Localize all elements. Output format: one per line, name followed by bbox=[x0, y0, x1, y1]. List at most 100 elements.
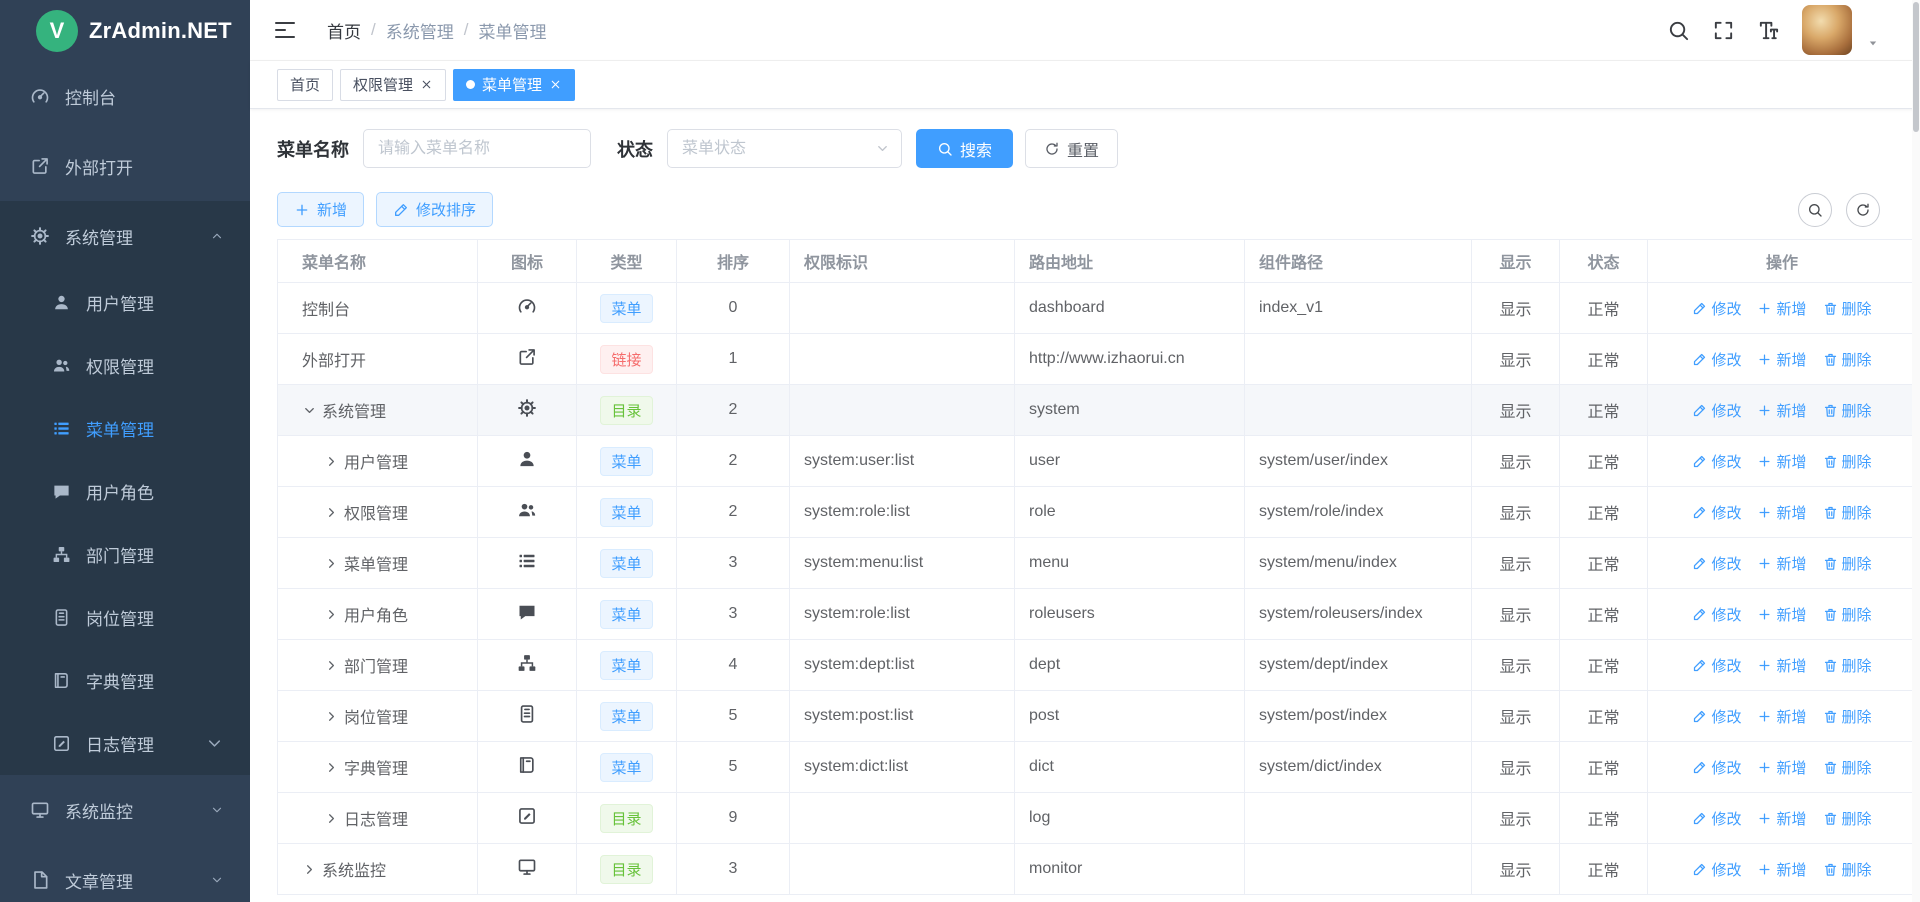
edit-link[interactable]: 修改 bbox=[1692, 349, 1741, 370]
delete-link[interactable]: 删除 bbox=[1823, 502, 1872, 523]
add-link[interactable]: 新增 bbox=[1757, 400, 1806, 421]
edit-link[interactable]: 修改 bbox=[1692, 298, 1741, 319]
sidebar-item-dashboard[interactable]: 控制台 bbox=[0, 61, 250, 131]
delete-link[interactable]: 删除 bbox=[1823, 706, 1872, 727]
delete-link[interactable]: 删除 bbox=[1823, 808, 1872, 829]
delete-link[interactable]: 删除 bbox=[1823, 655, 1872, 676]
delete-link[interactable]: 删除 bbox=[1823, 553, 1872, 574]
table-search-button[interactable] bbox=[1798, 193, 1832, 227]
trash-icon bbox=[1823, 862, 1838, 877]
sidebar-item-user[interactable]: 用户管理 bbox=[0, 271, 250, 334]
component-cell bbox=[1245, 844, 1472, 895]
trash-icon bbox=[1823, 403, 1838, 418]
add-link[interactable]: 新增 bbox=[1757, 757, 1806, 778]
menu-fold-icon[interactable] bbox=[273, 18, 297, 42]
user-avatar[interactable] bbox=[1802, 5, 1852, 55]
header-search-icon[interactable] bbox=[1667, 19, 1690, 42]
type-tag: 目录 bbox=[600, 396, 652, 425]
chevron-right-icon[interactable] bbox=[324, 760, 339, 775]
search-button[interactable]: 搜索 bbox=[916, 129, 1013, 168]
menu-name-cell: 菜单管理 bbox=[278, 538, 478, 589]
sidebar-item-dept[interactable]: 部门管理 bbox=[0, 523, 250, 586]
edit-link[interactable]: 修改 bbox=[1692, 502, 1741, 523]
close-icon[interactable] bbox=[420, 78, 433, 91]
add-link[interactable]: 新增 bbox=[1757, 553, 1806, 574]
breadcrumb-item[interactable]: 系统管理 bbox=[386, 18, 454, 43]
sidebar-item-external[interactable]: 外部打开 bbox=[0, 131, 250, 201]
delete-link[interactable]: 删除 bbox=[1823, 349, 1872, 370]
add-link[interactable]: 新增 bbox=[1757, 502, 1806, 523]
edit-icon bbox=[1692, 352, 1707, 367]
chevron-right-icon[interactable] bbox=[324, 505, 339, 520]
edit-link[interactable]: 修改 bbox=[1692, 400, 1741, 421]
sidebar-item-dict[interactable]: 字典管理 bbox=[0, 649, 250, 712]
chevron-right-icon[interactable] bbox=[324, 454, 339, 469]
chevron-right-icon[interactable] bbox=[324, 556, 339, 571]
sidebar-group-toggle-article[interactable]: 文章管理 bbox=[0, 845, 250, 902]
add-link[interactable]: 新增 bbox=[1757, 706, 1806, 727]
breadcrumb-item[interactable]: 首页 bbox=[327, 18, 361, 43]
table-refresh-button[interactable] bbox=[1846, 193, 1880, 227]
font-size-icon[interactable] bbox=[1757, 19, 1780, 42]
add-link[interactable]: 新增 bbox=[1757, 859, 1806, 880]
tab-home[interactable]: 首页 bbox=[277, 69, 333, 101]
sidebar-item-menu[interactable]: 菜单管理 bbox=[0, 397, 250, 460]
scrollbar-thumb[interactable] bbox=[1913, 2, 1919, 132]
reset-button[interactable]: 重置 bbox=[1025, 129, 1118, 168]
status-select[interactable] bbox=[667, 129, 902, 168]
edit-link[interactable]: 修改 bbox=[1692, 655, 1741, 676]
add-link[interactable]: 新增 bbox=[1757, 604, 1806, 625]
delete-link[interactable]: 删除 bbox=[1823, 451, 1872, 472]
chevron-down-icon[interactable] bbox=[302, 403, 317, 418]
chevron-right-icon[interactable] bbox=[324, 658, 339, 673]
menu-name-input[interactable] bbox=[363, 129, 591, 168]
perm-cell bbox=[790, 844, 1015, 895]
chevron-right-icon[interactable] bbox=[324, 709, 339, 724]
sidebar-item-log[interactable]: 日志管理 bbox=[0, 712, 250, 775]
edit-link[interactable]: 修改 bbox=[1692, 604, 1741, 625]
add-link[interactable]: 新增 bbox=[1757, 298, 1806, 319]
column-header: 菜单名称 bbox=[278, 240, 478, 283]
sort-cell: 2 bbox=[677, 385, 790, 436]
sidebar-group-toggle-monitor[interactable]: 系统监控 bbox=[0, 775, 250, 845]
menu-name-cell: 系统监控 bbox=[278, 844, 478, 895]
chevron-right-icon[interactable] bbox=[324, 607, 339, 622]
ops-cell: 修改新增删除 bbox=[1648, 283, 1917, 334]
table-row: 系统监控目录3monitor显示正常修改新增删除 bbox=[278, 844, 1917, 895]
chevron-right-icon[interactable] bbox=[302, 862, 317, 877]
delete-link[interactable]: 删除 bbox=[1823, 859, 1872, 880]
sidebar-item-role[interactable]: 权限管理 bbox=[0, 334, 250, 397]
sort-button[interactable]: 修改排序 bbox=[376, 192, 493, 227]
tab-role[interactable]: 权限管理 bbox=[340, 69, 446, 101]
delete-link[interactable]: 删除 bbox=[1823, 298, 1872, 319]
page-scrollbar[interactable] bbox=[1912, 0, 1920, 902]
chevron-right-icon[interactable] bbox=[324, 811, 339, 826]
edit-link[interactable]: 修改 bbox=[1692, 859, 1741, 880]
close-icon[interactable] bbox=[549, 78, 562, 91]
add-button[interactable]: 新增 bbox=[277, 192, 364, 227]
delete-link[interactable]: 删除 bbox=[1823, 604, 1872, 625]
edit-link[interactable]: 修改 bbox=[1692, 808, 1741, 829]
edit-link[interactable]: 修改 bbox=[1692, 757, 1741, 778]
add-link[interactable]: 新增 bbox=[1757, 349, 1806, 370]
add-link[interactable]: 新增 bbox=[1757, 655, 1806, 676]
edit-link[interactable]: 修改 bbox=[1692, 706, 1741, 727]
edit-link[interactable]: 修改 bbox=[1692, 451, 1741, 472]
breadcrumb-item[interactable]: 菜单管理 bbox=[478, 18, 546, 43]
app-logo[interactable]: V ZrAdmin.NET bbox=[0, 0, 250, 61]
sidebar-item-post[interactable]: 岗位管理 bbox=[0, 586, 250, 649]
status-cell: 正常 bbox=[1560, 538, 1648, 589]
fullscreen-icon[interactable] bbox=[1712, 19, 1735, 42]
tab-menu[interactable]: 菜单管理 bbox=[453, 69, 575, 101]
edit-link[interactable]: 修改 bbox=[1692, 553, 1741, 574]
delete-link[interactable]: 删除 bbox=[1823, 757, 1872, 778]
user-menu-caret-icon[interactable] bbox=[1866, 36, 1880, 50]
sidebar-group-toggle-system[interactable]: 系统管理 bbox=[0, 201, 250, 271]
sidebar-item-roleusers[interactable]: 用户角色 bbox=[0, 460, 250, 523]
add-link[interactable]: 新增 bbox=[1757, 808, 1806, 829]
add-link[interactable]: 新增 bbox=[1757, 451, 1806, 472]
tree-icon bbox=[517, 653, 537, 673]
delete-link[interactable]: 删除 bbox=[1823, 400, 1872, 421]
monitor-icon bbox=[30, 800, 50, 820]
route-cell: dept bbox=[1015, 640, 1245, 691]
